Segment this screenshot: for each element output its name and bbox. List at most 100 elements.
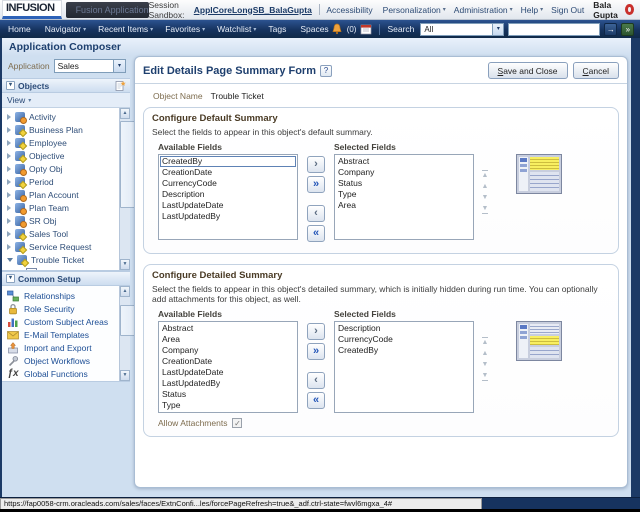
expand-icon[interactable] [7, 191, 11, 198]
tree-item[interactable]: Sales Tool [2, 227, 119, 240]
search-input[interactable] [508, 22, 601, 36]
scroll-down-button[interactable]: ▼ [120, 370, 130, 381]
list-item[interactable]: Company [160, 345, 296, 356]
list-item[interactable]: Area [336, 200, 472, 211]
expand-icon[interactable] [7, 217, 11, 224]
tree-item[interactable]: Period [2, 175, 119, 188]
move-top-button[interactable]: ▲ [481, 337, 489, 346]
expand-icon[interactable] [7, 243, 11, 250]
expand-icon[interactable] [7, 230, 11, 237]
sidebar-item-global-functions[interactable]: ƒx Global Functions [2, 367, 119, 380]
move-all-button[interactable]: » [307, 343, 325, 360]
scroll-up-button[interactable]: ▲ [120, 108, 130, 119]
list-item[interactable]: LastUpdatedBy [160, 378, 296, 389]
list-item[interactable]: Area [160, 334, 296, 345]
nav-item[interactable]: Home [8, 24, 33, 34]
available-fields-list[interactable]: Abstract Area Company CreationDate LastUpdat… [158, 321, 298, 413]
header-link[interactable]: Administration ▾ [454, 5, 513, 15]
alerts-bell-icon[interactable] [331, 23, 343, 35]
application-select[interactable]: Sales ▾ [53, 59, 126, 73]
tree-item[interactable]: Service Request [2, 240, 119, 253]
nav-item[interactable]: Recent Items ▾ [98, 24, 153, 34]
list-item[interactable]: Type [336, 189, 472, 200]
header-link[interactable]: Sign Out [551, 5, 586, 15]
sidebar-item-import-and-export[interactable]: Import and Export [2, 341, 119, 354]
move-bottom-button[interactable]: ▼ [481, 372, 489, 381]
sidebar-item-custom-subject-areas[interactable]: Custom Subject Areas [2, 315, 119, 328]
calendar-icon[interactable] [360, 23, 372, 35]
remove-all-button[interactable]: « [307, 392, 325, 409]
tree-item[interactable]: Activity [2, 110, 119, 124]
header-link[interactable]: Help ▾ [521, 5, 544, 15]
selected-fields-list[interactable]: Abstract Company Status Type Area [334, 154, 474, 240]
expand-icon[interactable] [7, 178, 11, 185]
move-down-button[interactable]: ▼ [482, 194, 489, 201]
selected-fields-list[interactable]: Description CurrencyCode CreatedBy [334, 321, 474, 413]
list-item[interactable]: CurrencyCode [160, 178, 296, 189]
expand-icon[interactable] [7, 204, 11, 211]
collapse-icon[interactable] [6, 274, 15, 283]
available-fields-list[interactable]: CreatedBy CreationDate CurrencyCode Descrip… [158, 154, 298, 240]
tree-item[interactable]: Plan Team [2, 201, 119, 215]
list-item[interactable]: Company [336, 167, 472, 178]
list-item[interactable]: Status [160, 389, 296, 400]
expand-icon[interactable] [7, 152, 11, 159]
search-go-button[interactable]: → [604, 22, 618, 36]
tree-item[interactable]: Plan Account [2, 188, 119, 202]
expand-icon[interactable] [7, 113, 11, 120]
advanced-search-button[interactable]: » [621, 22, 635, 36]
nav-item[interactable]: Tags [268, 24, 288, 34]
nav-item[interactable]: Navigator ▾ [45, 24, 86, 34]
move-button[interactable]: › [307, 156, 325, 173]
scroll-up-button[interactable]: ▲ [120, 286, 130, 297]
common-setup-panel-header[interactable]: Common Setup [2, 271, 130, 286]
tree-item-fields[interactable]: Fields [2, 266, 119, 270]
view-menu-button[interactable]: View ▾ [2, 93, 130, 108]
list-item[interactable]: Description [336, 323, 472, 334]
list-item[interactable]: CurrencyCode [336, 334, 472, 345]
scroll-down-button[interactable]: ▼ [120, 259, 130, 270]
remove-all-button[interactable]: « [307, 225, 325, 242]
tree-item-trouble-ticket[interactable]: Trouble Ticket [2, 253, 119, 266]
list-item[interactable]: Abstract [160, 323, 296, 334]
move-up-button[interactable]: ▲ [482, 350, 489, 357]
list-item[interactable]: CreatedBy [160, 156, 296, 167]
list-item[interactable]: LastUpdateDate [160, 367, 296, 378]
list-item[interactable]: CreatedBy [336, 345, 472, 356]
list-item[interactable]: Type [160, 400, 296, 411]
list-item[interactable]: Description [160, 189, 296, 200]
header-link[interactable]: Personalization ▾ [383, 5, 446, 15]
tree-item[interactable]: Objective [2, 149, 119, 162]
nav-item[interactable]: Watchlist ▾ [217, 24, 256, 34]
expand-icon[interactable] [7, 126, 11, 133]
remove-button[interactable]: ‹ [307, 372, 325, 389]
move-all-button[interactable]: » [307, 176, 325, 193]
tree-item[interactable]: Employee [2, 136, 119, 149]
objects-panel-header[interactable]: Objects [2, 78, 130, 93]
collapse-icon[interactable] [6, 81, 15, 90]
tree-item[interactable]: Opty Obj [2, 162, 119, 176]
save-and-close-button[interactable]: Save and Close [487, 62, 568, 79]
help-icon[interactable]: ? [320, 64, 332, 77]
sidebar-item-object-workflows[interactable]: Object Workflows [2, 354, 119, 367]
sidebar-item-relationships[interactable]: Relationships [2, 289, 119, 302]
move-bottom-button[interactable]: ▼ [481, 205, 489, 214]
sidebar-item-role-security[interactable]: Role Security [2, 302, 119, 315]
tree-item[interactable]: Business Plan [2, 123, 119, 136]
search-scope-select[interactable]: All ▾ [420, 22, 505, 36]
remove-button[interactable]: ‹ [307, 205, 325, 222]
list-item[interactable]: LastUpdatedBy [160, 211, 296, 222]
common-setup-scrollbar[interactable]: ▲ ▼ [119, 286, 166, 381]
list-item[interactable]: Status [336, 178, 472, 189]
move-button[interactable]: › [307, 323, 325, 340]
cancel-button[interactable]: Cancel [572, 62, 619, 79]
list-item[interactable]: CreationDate [160, 356, 296, 367]
allow-attachments-checkbox[interactable]: ✓ [232, 418, 243, 428]
nav-item[interactable]: Spaces [300, 24, 330, 34]
session-sandbox-link[interactable]: ApplCoreLongSB_BalaGupta [194, 5, 312, 15]
list-item[interactable]: CreationDate [160, 167, 296, 178]
move-up-button[interactable]: ▲ [482, 183, 489, 190]
tree-item[interactable]: SR Obj [2, 214, 119, 228]
nav-item[interactable]: Favorites ▾ [165, 24, 205, 34]
move-top-button[interactable]: ▲ [481, 170, 489, 179]
